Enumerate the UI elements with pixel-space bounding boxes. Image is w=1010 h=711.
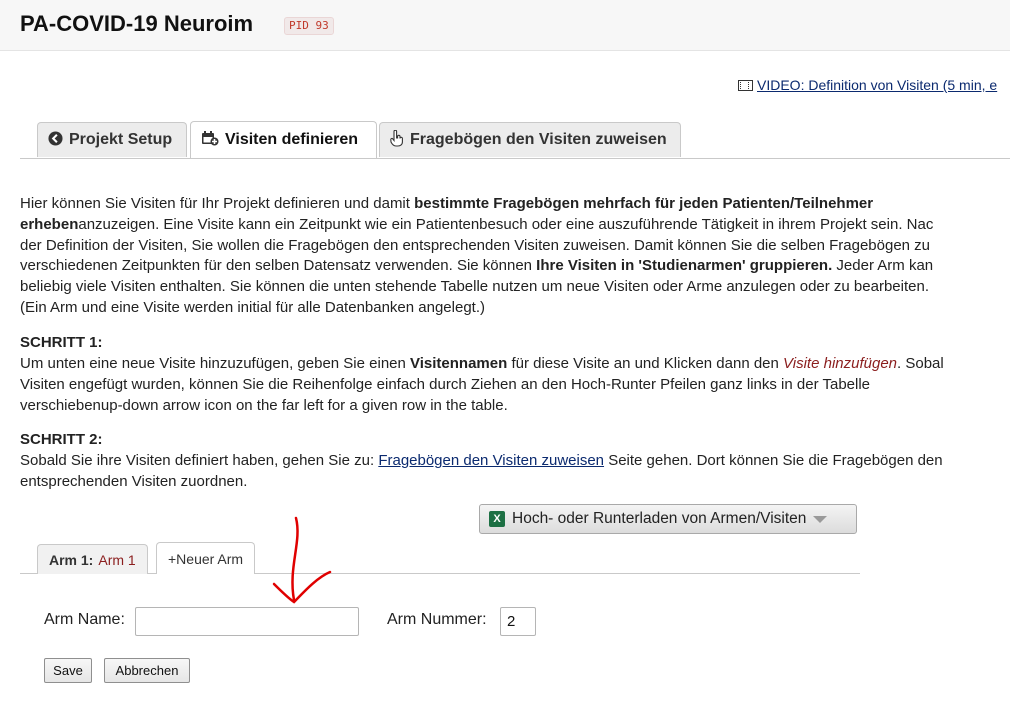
intro-line: der Definition der Visiten, Sie wollen d… xyxy=(20,236,931,254)
intro-bold: erheben xyxy=(20,215,79,233)
intro-line: anzuzeigen. Eine Visite kann ein Zeitpun… xyxy=(78,215,934,233)
video-link-text[interactable]: VIDEO: Definition von Visiten (5 min, e xyxy=(757,77,997,93)
arm-tabs: Arm 1: Arm 1 +Neuer Arm xyxy=(20,542,860,574)
tab-projekt-setup[interactable]: Projekt Setup xyxy=(37,122,187,157)
pointer-hand-icon xyxy=(390,129,404,151)
arm-tab-name: Arm 1 xyxy=(98,551,136,568)
film-icon xyxy=(738,80,753,91)
intro-bold: bestimmte Fragebögen mehrfach für jeden … xyxy=(414,195,874,212)
step-text: für diese Visite an und Klicken dann den xyxy=(507,355,784,372)
red-arrow-annotation xyxy=(272,516,332,604)
arm-tab-label: Arm 1: xyxy=(49,551,94,568)
circle-arrow-left-icon xyxy=(48,130,63,150)
step-text: Seite gehen. Dort können Sie die Fragebö… xyxy=(604,452,943,469)
step-2: SCHRITT 2: Sobald Sie ihre Visiten defin… xyxy=(20,429,1010,492)
project-header: PA-COVID-19 Neuroim PID 93 xyxy=(0,0,1010,51)
step-text: entsprechenden Visiten zuordnen. xyxy=(20,473,248,490)
step-1: SCHRITT 1: Um unten eine neue Visite hin… xyxy=(20,332,1010,416)
step-heading: SCHRITT 1: xyxy=(20,334,103,351)
download-button-label: Hoch- oder Runterladen von Armen/Visiten xyxy=(512,510,807,527)
video-link[interactable]: VIDEO: Definition von Visiten (5 min, e xyxy=(738,77,997,93)
tab-label: Fragebögen den Visiten zuweisen xyxy=(410,131,667,148)
step-bold: Visitennamen xyxy=(410,355,508,372)
intro-bold: Ihre Visiten in 'Studienarmen' gruppiere… xyxy=(536,257,833,275)
cancel-button[interactable]: Abbrechen xyxy=(104,658,190,683)
tab-frageboegen-zuweisen[interactable]: Fragebögen den Visiten zuweisen xyxy=(379,122,681,157)
visite-hinzufuegen-reference: Visite hinzufügen xyxy=(783,355,898,372)
chevron-down-icon xyxy=(813,515,828,523)
intro-line: verschiedenen Zeitpunkten für den selben… xyxy=(20,257,537,275)
tab-label: Projekt Setup xyxy=(69,131,173,148)
tab-arm-1[interactable]: Arm 1: Arm 1 xyxy=(37,544,148,574)
intro-line: Hier können Sie Visiten für Ihr Projekt … xyxy=(20,195,415,212)
intro-line: Jeder Arm kan xyxy=(832,257,934,275)
step-text: Visiten engefügt wurden, können Sie die … xyxy=(20,376,871,393)
arm-number-label: Arm Nummer: xyxy=(387,611,487,628)
step-text: Um unten eine neue Visite hinzuzufügen, … xyxy=(20,355,411,372)
setup-tabs: Projekt Setup Visiten definieren Fragebö… xyxy=(20,120,1010,159)
step-text: verschiebenup-down arrow icon on the far… xyxy=(20,397,508,414)
arm-number-input[interactable] xyxy=(500,607,536,636)
upload-download-arms-button[interactable]: X Hoch- oder Runterladen von Armen/Visit… xyxy=(479,504,857,534)
tab-label: Visiten definieren xyxy=(225,131,359,148)
step-heading: SCHRITT 2: xyxy=(20,431,103,448)
arm-name-label: Arm Name: xyxy=(44,611,125,628)
step-text: Sobald Sie ihre Visiten definiert haben,… xyxy=(20,452,379,469)
save-button[interactable]: Save xyxy=(44,658,92,683)
project-title: PA-COVID-19 Neuroim xyxy=(20,11,254,36)
tab-visiten-definieren[interactable]: Visiten definieren xyxy=(190,121,377,158)
intro-text: Hier können Sie Visiten für Ihr Projekt … xyxy=(20,194,1010,319)
step-text: . Sobal xyxy=(897,355,944,372)
tab-new-arm[interactable]: +Neuer Arm xyxy=(156,542,256,574)
intro-line: (Ein Arm und eine Visite werden initial … xyxy=(20,298,485,316)
calendar-plus-icon xyxy=(201,130,219,150)
excel-icon: X xyxy=(489,511,505,527)
new-arm-label: +Neuer Arm xyxy=(168,550,244,567)
frageboegen-zuweisen-link[interactable]: Fragebögen den Visiten zuweisen xyxy=(378,452,604,469)
pid-badge: PID 93 xyxy=(284,17,334,35)
intro-line: beliebig viele Visiten enthalten. Sie kö… xyxy=(20,278,929,296)
